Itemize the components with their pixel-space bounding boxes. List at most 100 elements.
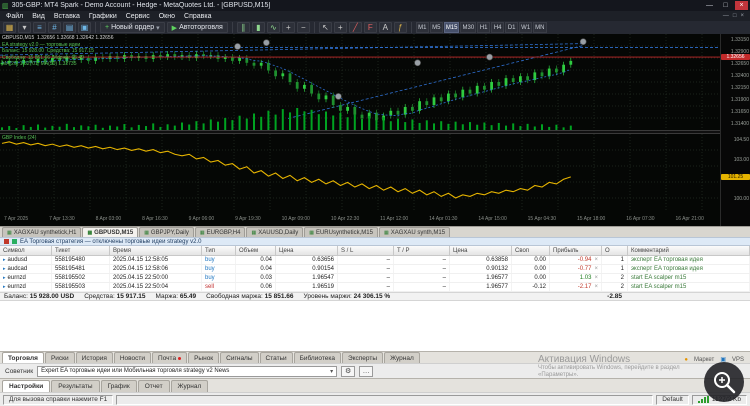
indicator-chart[interactable] — [0, 134, 720, 212]
chart-close-button[interactable]: × — [740, 13, 744, 19]
close-order-icon[interactable]: × — [594, 284, 598, 290]
timeframe-H1[interactable]: H1 — [477, 22, 491, 33]
chart-restore-button[interactable]: □ — [733, 13, 737, 19]
trade-row[interactable]: ▸ audusd 558195480 2025.04.15 12:58:05 buy 0.… — [0, 256, 750, 265]
timeframe-MN[interactable]: MN — [533, 22, 547, 33]
data-window-icon[interactable]: # — [48, 22, 61, 33]
terminal-tab-История[interactable]: История — [75, 352, 113, 363]
menu-item-Графики[interactable]: Графики — [89, 13, 117, 20]
column-header-Комментарий[interactable]: Комментарий — [628, 246, 750, 255]
timeframe-D1[interactable]: D1 — [505, 22, 519, 33]
chart-tab-GBPUSD[interactable]: ▦ GBPUSD,M15 — [82, 227, 139, 237]
terminal-tab-Новости[interactable]: Новости — [113, 352, 152, 363]
column-header-Цена[interactable]: Цена — [450, 246, 512, 255]
timeframe-M1[interactable]: M1 — [415, 22, 429, 33]
new-chart-icon[interactable]: ▦ — [3, 22, 16, 33]
column-header-Своп[interactable]: Своп — [512, 246, 550, 255]
menu-item-Файл[interactable]: Файл — [6, 13, 23, 20]
market-link[interactable]: Маркет — [694, 357, 714, 363]
zoom-out-icon[interactable]: − — [296, 22, 310, 33]
minimize-button[interactable]: — — [703, 1, 716, 10]
text-icon[interactable]: A — [378, 22, 392, 33]
bar-chart-icon[interactable]: ∥ — [236, 22, 250, 33]
column-header-Время[interactable]: Время — [110, 246, 202, 255]
maximize-button[interactable]: □ — [719, 1, 732, 10]
zoom-in-icon[interactable]: + — [281, 22, 295, 33]
terminal-tab-Журнал[interactable]: Журнал — [384, 352, 420, 363]
new-order-button[interactable]: + Новый ордер ▾ — [100, 22, 165, 33]
time-axis[interactable]: 7 Apr 2025 7 Apr 13:30 8 Apr 03:00 8 Apr 16… — [4, 212, 704, 226]
tester-tab-Журнал[interactable]: Журнал — [170, 380, 209, 392]
terminal-tab-Сигналы[interactable]: Сигналы — [220, 352, 259, 363]
chart-minimize-button[interactable]: — — [723, 13, 729, 19]
close-button[interactable]: × — [735, 1, 748, 10]
chart-tab-XAGXAU synthetick[interactable]: ▦ XAGXAU synthetick,H1 — [2, 227, 82, 237]
navigator-icon[interactable]: ▤ — [63, 22, 76, 33]
timeframe-W1[interactable]: W1 — [519, 22, 533, 33]
timeframe-H4[interactable]: H4 — [491, 22, 505, 33]
crosshair-icon[interactable]: + — [333, 22, 347, 33]
trendline-icon[interactable]: ╱ — [348, 22, 362, 33]
tester-tab-Отчет[interactable]: Отчет — [137, 380, 170, 392]
price-scale[interactable]: 1.33150 1.32900 1.32650 1.32400 1.32150 1.319… — [720, 34, 750, 226]
column-header-Тикет[interactable]: Тикет — [52, 246, 110, 255]
trade-row[interactable]: ▸ eurnzd 558195503 2025.04.15 22:50:04 sell 0… — [0, 283, 750, 292]
terminal-icon[interactable]: ▣ — [78, 22, 91, 33]
tester-tab-Результаты[interactable]: Результаты — [51, 380, 100, 392]
close-order-icon[interactable]: × — [594, 275, 598, 281]
menu-item-Окно[interactable]: Окно — [159, 13, 175, 20]
chart-tab-EURGBP[interactable]: ▦ EURGBP,H4 — [194, 227, 246, 237]
menu-item-Сервис[interactable]: Сервис — [126, 13, 150, 20]
autotrading-button[interactable]: ▶ Автоторговля — [166, 22, 228, 33]
terminal-tab-Эксперты[interactable]: Эксперты — [341, 352, 384, 363]
current-price-cell: 0.90132 — [450, 265, 512, 273]
terminal-tab-Риски[interactable]: Риски — [44, 352, 75, 363]
column-header-О[interactable]: О — [602, 246, 628, 255]
trade-row[interactable]: ▸ eurnzd 558195502 2025.04.15 22:50:00 buy 0.… — [0, 274, 750, 283]
column-header-Прибыль[interactable]: Прибыль — [550, 246, 602, 255]
expert-select[interactable]: Expert EA торговые идеи или Мобильная то… — [37, 365, 338, 377]
market-watch-icon[interactable]: ≡ — [33, 22, 46, 33]
chart-tab-EURUsynthetick[interactable]: ▦ EURUsynthetick,M15 — [304, 227, 378, 237]
close-order-icon[interactable]: × — [594, 257, 598, 263]
profiles-icon[interactable]: ▾ — [18, 22, 31, 33]
expert-properties-button[interactable]: ⚙ — [341, 365, 356, 377]
line-chart-icon[interactable]: ∿ — [266, 22, 280, 33]
trade-row[interactable]: ▸ audcad 558195481 2025.04.15 12:58:06 buy 0.… — [0, 265, 750, 274]
chart-tab-XAUUSD[interactable]: ▦ XAUUSD,Daily — [246, 227, 304, 237]
column-header-T / P[interactable]: T / P — [394, 246, 450, 255]
terminal-tab-Рынок[interactable]: Рынок — [188, 352, 220, 363]
terminal-tab-Почта[interactable]: Почта — [152, 352, 188, 363]
menu-item-Вставка[interactable]: Вставка — [54, 13, 80, 20]
tester-tab-График[interactable]: График — [100, 380, 137, 392]
menu-item-Справка[interactable]: Справка — [184, 13, 211, 20]
expert-more-button[interactable]: … — [359, 365, 374, 377]
terminal-tab-Библиотека[interactable]: Библиотека — [293, 352, 341, 363]
column-header-S / L[interactable]: S / L — [338, 246, 394, 255]
close-order-icon[interactable]: × — [594, 266, 598, 272]
column-header-Цена[interactable]: Цена — [276, 246, 338, 255]
chart-plot[interactable]: GBPUSD,M15 1.32656 1.32668 1.32642 1.326… — [0, 34, 720, 226]
timeframe-M15[interactable]: M15 — [443, 22, 460, 33]
column-header-Тип[interactable]: Тип — [202, 246, 236, 255]
timeframe-M5[interactable]: M5 — [429, 22, 443, 33]
indicators-icon[interactable]: ƒ — [393, 22, 407, 33]
candle-chart-icon[interactable]: ▮ — [251, 22, 265, 33]
menu-item-Вид[interactable]: Вид — [32, 13, 45, 20]
chart-tab-GBPJPY[interactable]: ▦ GBPJPY,Daily — [139, 227, 194, 237]
terminal-tab-bar: Торговля Риски История Новости Почта Рынок Сиг… — [0, 351, 750, 363]
timeframe-M30[interactable]: M30 — [460, 22, 477, 33]
profit-cell: -0.77 × — [550, 265, 602, 273]
vps-link[interactable]: VPS — [732, 357, 744, 363]
column-header-Символ[interactable]: Символ — [0, 246, 52, 255]
terminal-tab-Торговля[interactable]: Торговля — [2, 352, 44, 363]
terminal-tab-Статьи[interactable]: Статьи — [259, 352, 293, 363]
cursor-icon[interactable]: ↖ — [318, 22, 332, 33]
fibonacci-icon[interactable]: F — [363, 22, 377, 33]
zoom-magnifier-button[interactable] — [704, 362, 744, 402]
tester-tab-Настройки[interactable]: Настройки — [2, 380, 51, 392]
chart-tab-XAGXAU synth[interactable]: ▦ XAGXAU synth,M15 — [378, 227, 451, 237]
profile-name[interactable]: Default — [656, 394, 689, 405]
chart-tab-label: XAGXAU synth,M15 — [390, 229, 446, 236]
column-header-Объем[interactable]: Объем — [236, 246, 276, 255]
